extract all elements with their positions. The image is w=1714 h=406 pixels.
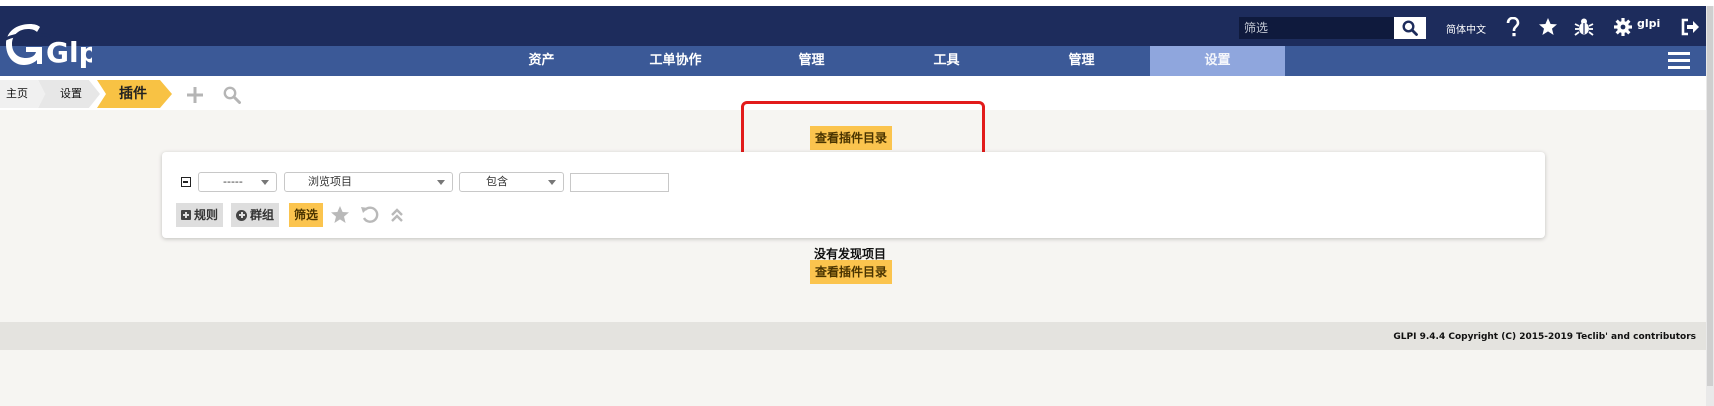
collapse-icon[interactable] xyxy=(386,203,408,227)
plus-square-icon xyxy=(181,210,191,220)
add-group-button[interactable]: 群组 xyxy=(231,203,280,227)
nav-setup[interactable]: 设置 xyxy=(1150,46,1285,76)
glpi-logo[interactable]: Glpi xyxy=(0,14,92,70)
breadcrumb-plugins[interactable]: 插件 xyxy=(97,80,172,108)
search-input[interactable] xyxy=(1239,17,1395,39)
footer: GLPI 9.4.4 Copyright (C) 2015-2019 Tecli… xyxy=(0,322,1706,350)
reset-search-icon[interactable] xyxy=(359,203,381,227)
field-select-value: ----- xyxy=(223,175,243,188)
logo-text: Glpi xyxy=(46,36,92,69)
copyright-text: GLPI 9.4.4 Copyright (C) 2015-2019 Tecli… xyxy=(1393,332,1696,342)
user-name[interactable]: glpi xyxy=(1637,17,1660,30)
language-selector[interactable]: 简体中文 xyxy=(1446,21,1486,36)
view-plugin-catalog-button-bottom[interactable]: 查看插件目录 xyxy=(810,260,893,284)
plus-circle-icon xyxy=(236,209,247,221)
search-icon xyxy=(1402,20,1418,36)
item-select[interactable]: 浏览项目 xyxy=(284,172,453,192)
chevron-down-icon xyxy=(548,180,556,185)
operator-select[interactable]: 包含 xyxy=(459,172,564,192)
breadcrumb-home[interactable]: 主页 xyxy=(0,80,46,108)
operator-select-value: 包含 xyxy=(486,175,508,188)
menu-icon[interactable] xyxy=(1668,52,1690,70)
filter-button[interactable]: 筛选 xyxy=(289,203,324,227)
search-button[interactable] xyxy=(1394,17,1426,39)
add-group-label: 群组 xyxy=(250,208,275,222)
criterion-value-input[interactable] xyxy=(570,173,669,192)
scrollbar[interactable] xyxy=(1706,6,1714,406)
help-icon[interactable] xyxy=(1503,16,1523,38)
logout-icon[interactable] xyxy=(1679,16,1701,38)
search-toggle-icon[interactable] xyxy=(221,84,243,106)
bug-icon[interactable] xyxy=(1573,16,1595,38)
add-rule-button[interactable]: 规则 xyxy=(176,203,224,227)
nav-administration[interactable]: 管理 xyxy=(1014,46,1149,76)
add-rule-label: 规则 xyxy=(194,208,219,222)
nav-assistance[interactable]: 工单协作 xyxy=(608,46,743,76)
save-search-star-icon[interactable] xyxy=(329,203,351,227)
chevron-down-icon xyxy=(261,180,269,185)
item-select-value: 浏览项目 xyxy=(308,175,352,188)
nav-management[interactable]: 管理 xyxy=(744,46,879,76)
field-select[interactable]: ----- xyxy=(198,172,277,192)
star-icon[interactable] xyxy=(1536,16,1560,38)
gear-icon[interactable] xyxy=(1613,16,1633,38)
breadcrumb-settings[interactable]: 设置 xyxy=(38,80,100,108)
chevron-down-icon xyxy=(437,180,445,185)
add-icon[interactable] xyxy=(184,84,206,106)
nav-tools[interactable]: 工具 xyxy=(879,46,1014,76)
nav-assets[interactable]: 资产 xyxy=(474,46,609,76)
remove-criterion-icon[interactable] xyxy=(181,177,191,187)
